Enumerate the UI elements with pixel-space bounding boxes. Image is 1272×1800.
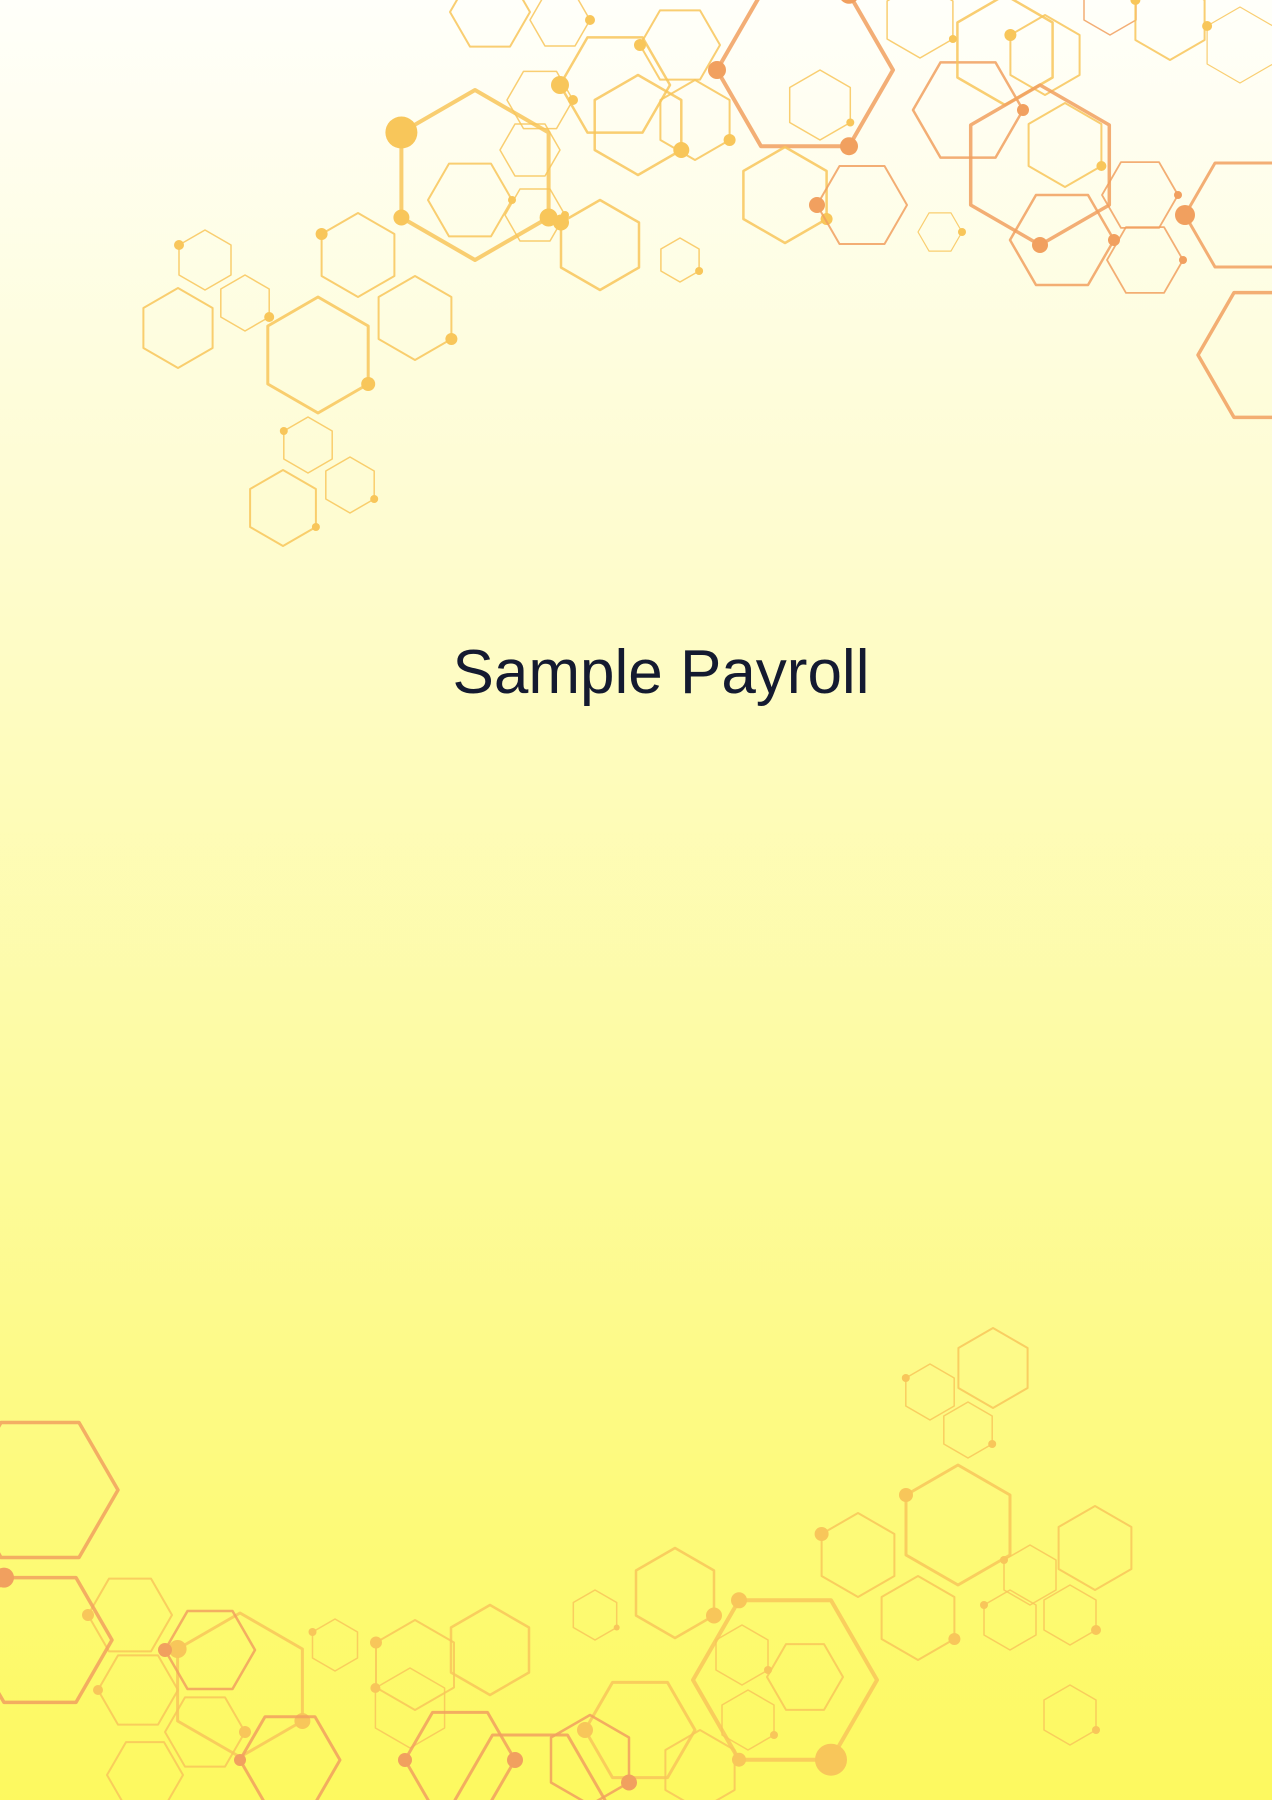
- bottom-hexagon-10: [572, 1589, 618, 1641]
- bottom-hexagon-18: [449, 1603, 531, 1697]
- bottom-hexagon-0: [957, 1327, 1029, 1409]
- bottom-hexagon-30: [0, 1420, 120, 1560]
- bottom-node-dot-14-0: [770, 1731, 778, 1739]
- bottom-node-dot-10-0: [613, 1624, 620, 1631]
- bottom-hexagon-12: [766, 1643, 844, 1711]
- bottom-node-dot-3-0: [899, 1488, 913, 1502]
- bottom-node-dot-26-0: [82, 1609, 94, 1621]
- bottom-hexagon-9: [634, 1546, 716, 1640]
- bottom-hexagon-24: [176, 1611, 304, 1759]
- bottom-node-dot-19-0: [370, 1636, 382, 1649]
- bottom-hexagon-1: [905, 1363, 955, 1421]
- bottom-hexagon-8: [880, 1575, 956, 1661]
- bottom-hexagon-5: [1003, 1544, 1057, 1606]
- bottom-node-dot-16-0: [621, 1774, 637, 1791]
- bottom-node-dot-21-0: [370, 1683, 381, 1693]
- bottom-node-dot-5-0: [1000, 1556, 1008, 1564]
- bottom-node-dot-1-0: [901, 1374, 910, 1382]
- bottom-hexagon-26: [87, 1577, 173, 1653]
- bottom-hexagon-31: [0, 1575, 114, 1705]
- bottom-node-dot-33-0: [980, 1601, 988, 1609]
- bottom-hexagon-6: [1043, 1584, 1097, 1646]
- bottom-hexagon-27: [97, 1654, 179, 1726]
- bottom-node-dot-9-0: [706, 1607, 722, 1624]
- bottom-hexagon-22: [403, 1710, 517, 1800]
- bottom-node-dot-31-0: [0, 1567, 14, 1588]
- bottom-node-dot-8-0: [948, 1633, 961, 1645]
- bottom-hexagon-13: [715, 1624, 769, 1686]
- bottom-hexagon-4: [1057, 1505, 1133, 1591]
- bottom-hexagon-15: [583, 1680, 697, 1780]
- bottom-node-dot-6-0: [1091, 1625, 1101, 1635]
- bottom-hexagon-34: [1043, 1684, 1097, 1746]
- hexagon-pattern-bottom: [0, 1327, 1133, 1800]
- bottom-hexagon-2: [943, 1401, 993, 1459]
- bottom-node-dot-27-0: [93, 1685, 103, 1695]
- bottom-node-dot-29-0: [234, 1754, 246, 1766]
- bottom-hexagon-3: [904, 1463, 1012, 1587]
- bottom-node-dot-11-2: [731, 1592, 747, 1609]
- bottom-hexagon-7: [820, 1512, 896, 1598]
- bottom-node-dot-22-0: [507, 1752, 523, 1768]
- bottom-hexagon-11: [691, 1598, 879, 1762]
- bottom-node-dot-11-0: [815, 1743, 847, 1776]
- page-title: Sample Payroll: [452, 638, 870, 707]
- bottom-node-dot-15-0: [577, 1722, 593, 1738]
- bottom-hexagon-33: [983, 1589, 1037, 1651]
- bottom-hexagon-23: [453, 1733, 607, 1800]
- bottom-hexagon-19: [375, 1619, 455, 1711]
- bottom-node-dot-28-0: [239, 1726, 251, 1738]
- bottom-node-dot-2-0: [988, 1440, 997, 1448]
- bottom-hexagon-20: [311, 1618, 359, 1672]
- bottom-node-dot-7-0: [814, 1527, 829, 1541]
- bottom-hexagon-32: [106, 1741, 184, 1800]
- bottom-node-dot-22-1: [398, 1753, 412, 1767]
- bottom-node-dot-25-0: [158, 1643, 172, 1657]
- bottom-node-dot-20-0: [308, 1628, 317, 1636]
- bottom-node-dot-34-0: [1092, 1726, 1100, 1734]
- cover-page: Sample Payroll: [0, 0, 1272, 1800]
- bottom-node-dot-13-0: [764, 1666, 772, 1674]
